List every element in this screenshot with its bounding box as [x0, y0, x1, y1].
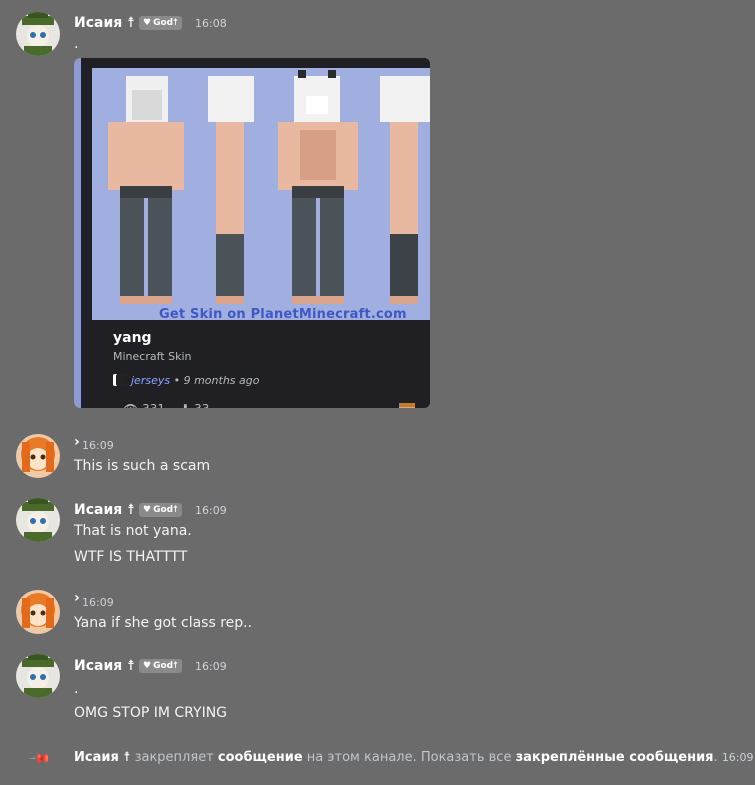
- embed-author: jerseys • 9 months ago: [113, 374, 259, 387]
- user-avatar[interactable]: [16, 590, 60, 634]
- heart-icon: ♥: [143, 661, 152, 671]
- embed-subtitle: Minecraft Skin: [113, 350, 192, 363]
- username[interactable]: Исаия ☨: [74, 502, 135, 518]
- username[interactable]: Исаия ☨: [74, 15, 135, 31]
- pin-text-dot: .: [713, 750, 718, 765]
- message-text: .: [74, 681, 79, 697]
- download-icon: ⬇: [180, 402, 190, 408]
- timestamp[interactable]: 16:09: [82, 596, 114, 609]
- username[interactable]: Исаия ☨: [74, 658, 135, 674]
- user-avatar[interactable]: [16, 434, 60, 478]
- role-tag-label: God☨: [153, 505, 178, 515]
- message-text: .: [74, 36, 79, 52]
- role-tag: ♥ God☨: [139, 659, 182, 673]
- role-tag-label: God☨: [153, 661, 178, 671]
- pin-icon: 📌: [27, 747, 52, 771]
- timestamp[interactable]: 16:09: [195, 660, 227, 673]
- skin-watermark: Get Skin on PlanetMinecraft.com: [159, 307, 407, 322]
- skin-head-icon: [399, 403, 415, 408]
- pin-user[interactable]: Исаия ☨: [74, 750, 130, 765]
- eye-icon: 👁: [123, 402, 138, 408]
- message-text: WTF IS THATTTT: [74, 549, 188, 565]
- author-avatar-icon: [113, 374, 127, 386]
- author-name[interactable]: jerseys: [131, 374, 170, 387]
- heart-icon: ♥: [143, 18, 152, 28]
- message-text: OMG STOP IM CRYING: [74, 705, 228, 721]
- message-group: Исаия ☨ ♥ God☨ 16:09 . OMG STOP IM CRYING: [0, 650, 755, 730]
- posted-ago: 9 months ago: [183, 374, 260, 387]
- view-count: 331: [142, 402, 165, 408]
- embed-title[interactable]: yang: [113, 330, 152, 346]
- pin-notice: Исаия ☨ закрепляет сообщение на этом кан…: [74, 750, 754, 765]
- message-text: This is such a scam: [74, 458, 211, 474]
- message-text: That is not yana.: [74, 523, 192, 539]
- reply-arrow-icon: ›: [74, 590, 80, 606]
- embed-accent-bar: [74, 58, 81, 408]
- user-avatar[interactable]: [16, 498, 60, 542]
- role-tag: ♥ God☨: [139, 16, 182, 30]
- pinned-message-link[interactable]: сообщение: [218, 750, 303, 765]
- timestamp[interactable]: 16:09: [195, 504, 227, 517]
- skin-preview-image[interactable]: Get Skin on PlanetMinecraft.com: [92, 68, 430, 322]
- message-group: › 16:09 Yana if she got class rep..: [0, 586, 755, 638]
- pin-text-1: закрепляет: [134, 750, 214, 765]
- timestamp[interactable]: 16:08: [195, 17, 227, 30]
- pin-text-2: на этом канале. Показать все: [306, 750, 512, 765]
- heart-icon: ♥: [143, 505, 152, 515]
- user-avatar[interactable]: [16, 654, 60, 698]
- reply-arrow-icon: ›: [74, 434, 80, 450]
- pinned-messages-link[interactable]: закреплённые сообщения: [516, 750, 714, 765]
- pin-timestamp[interactable]: 16:09: [722, 751, 754, 764]
- user-avatar[interactable]: [16, 12, 60, 56]
- download-count: 33: [194, 402, 209, 408]
- role-tag: ♥ God☨: [139, 503, 182, 517]
- message-group: Исаия ☨ ♥ God☨ 16:09 That is not yana. WT…: [0, 494, 755, 574]
- link-embed[interactable]: Get Skin on PlanetMinecraft.com yang Min…: [74, 58, 430, 408]
- embed-body: Get Skin on PlanetMinecraft.com yang Min…: [81, 58, 430, 408]
- message-group: Исаия ☨ ♥ God☨ 16:08 . Get Skin on Plane…: [0, 0, 755, 420]
- message-text: Yana if she got class rep..: [74, 615, 253, 631]
- message-group: › 16:09 This is such a scam: [0, 430, 755, 482]
- timestamp[interactable]: 16:09: [82, 439, 114, 452]
- role-tag-label: God☨: [153, 18, 178, 28]
- embed-stats: 👁 331 ⬇ 33: [123, 402, 209, 408]
